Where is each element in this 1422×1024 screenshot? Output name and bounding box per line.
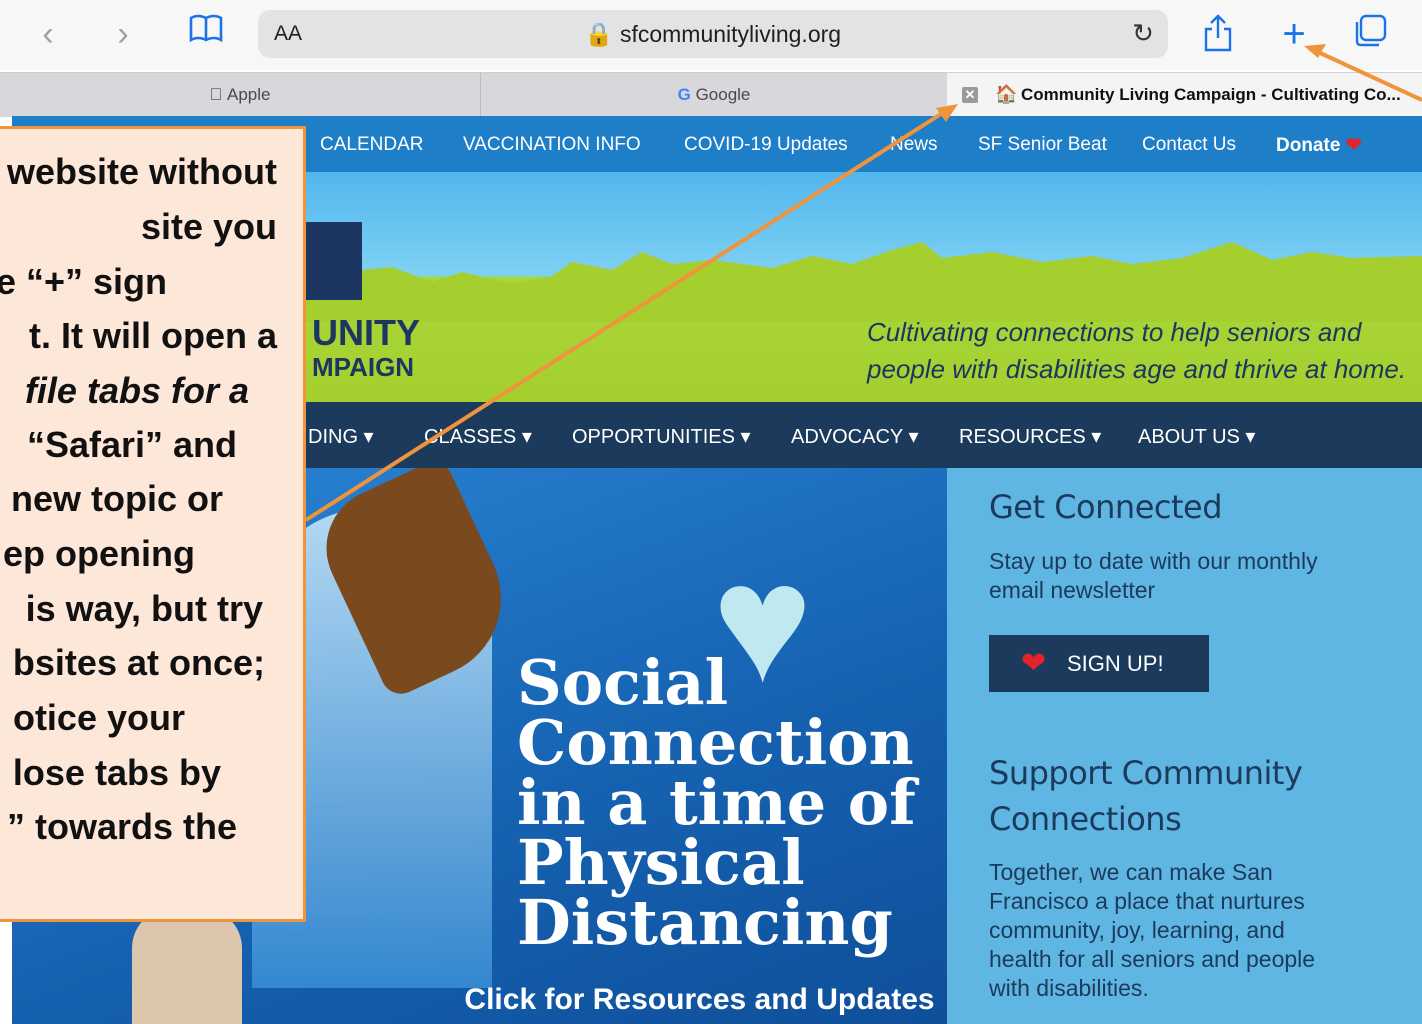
banner-title-line: in a time of <box>517 766 916 839</box>
nav-covid-updates[interactable]: COVID-19 Updates <box>684 134 848 156</box>
callout-line: t. It will open a <box>28 315 277 356</box>
apple-icon:  <box>210 85 223 104</box>
heading-line: Connections <box>989 800 1182 838</box>
site-sidebar: Get Connected Stay up to date with our m… <box>947 468 1422 1024</box>
callout-line: ep opening <box>3 533 195 574</box>
donate-label: Donate <box>1276 135 1341 156</box>
callout-line: e “+” sign <box>0 261 167 302</box>
close-tab-icon[interactable]: ✕ <box>962 87 978 103</box>
heading-line: Support Community <box>989 754 1303 792</box>
callout-line: site you <box>140 206 277 247</box>
text-line: Francisco a place that nurtures <box>989 888 1305 914</box>
nav-building[interactable]: DING ▾ <box>308 424 374 449</box>
forward-chevron-icon[interactable]: › <box>103 14 143 54</box>
banner-title: Social Connection in a time of Physical … <box>517 646 916 959</box>
nav-advocacy[interactable]: ADVOCACY ▾ <box>791 424 919 449</box>
nav-sf-senior-beat[interactable]: SF Senior Beat <box>978 134 1107 156</box>
instruction-callout: website without site you e “+” sign t. I… <box>0 126 306 922</box>
site-favicon-icon: 🏠 <box>995 84 1018 104</box>
get-connected-heading: Get Connected <box>989 488 1223 526</box>
callout-line: file tabs for a <box>24 370 249 411</box>
google-icon: G <box>677 85 691 104</box>
url-field[interactable]: 🔒 sfcommunityliving.org <box>258 21 1168 48</box>
tagline-line: people with disabilities age and thrive … <box>867 354 1407 384</box>
nav-news[interactable]: News <box>890 134 938 156</box>
nav-classes[interactable]: CLASSES ▾ <box>424 424 532 449</box>
support-heading: Support Community Connections <box>989 750 1303 842</box>
signup-button[interactable]: ❤ SIGN UP! <box>989 635 1209 692</box>
callout-line: is way, but try <box>25 588 263 629</box>
browser-toolbar: ‹ › AA 🔒 sfcommunityliving.org ↻ + <box>0 0 1422 70</box>
share-icon[interactable] <box>1198 14 1238 54</box>
bookmarks-book-icon[interactable] <box>186 14 226 54</box>
heart-icon: ❤ <box>1345 135 1362 156</box>
text-line: with disabilities. <box>989 975 1149 1001</box>
heart-icon: ❤ <box>1021 647 1047 680</box>
url-text: sfcommunityliving.org <box>619 21 842 47</box>
tab-label: Apple <box>218 85 270 104</box>
nav-about-us[interactable]: ABOUT US ▾ <box>1138 424 1255 449</box>
reload-icon[interactable]: ↻ <box>1128 18 1158 48</box>
nav-resources[interactable]: RESOURCES ▾ <box>959 424 1101 449</box>
nav-label: DING <box>308 426 358 448</box>
lock-icon: 🔒 <box>584 21 614 47</box>
tab-bar:  Apple G Google ✕ 🏠 Community Living Ca… <box>0 72 1422 117</box>
signup-label: SIGN UP! <box>1067 651 1164 676</box>
text-line: community, joy, learning, and <box>989 917 1285 943</box>
tagline-line: Cultivating connections to help seniors … <box>867 317 1362 347</box>
support-text: Together, we can make San Francisco a pl… <box>989 858 1315 1003</box>
nav-opportunities[interactable]: OPPORTUNITIES ▾ <box>572 424 751 449</box>
banner-cta-link[interactable]: Click for Resources and Updates <box>12 983 947 1017</box>
site-tagline: Cultivating connections to help seniors … <box>867 314 1406 388</box>
new-tab-plus-icon[interactable]: + <box>1274 14 1314 54</box>
callout-line: ” towards the <box>6 806 237 847</box>
callout-line: otice your <box>12 697 185 738</box>
callout-line: lose tabs by <box>12 752 221 793</box>
nav-label: CLASSES <box>424 426 517 448</box>
nav-donate[interactable]: Donate ❤ <box>1276 134 1362 157</box>
nav-label: RESOURCES <box>959 426 1086 448</box>
callout-line: “Safari” and <box>26 424 237 465</box>
banner-title-line: Physical <box>517 826 805 899</box>
callout-line: new topic or <box>10 478 223 519</box>
tab-google[interactable]: G Google <box>481 73 947 117</box>
text-line: health for all seniors and people <box>989 946 1316 972</box>
tabs-overview-icon[interactable] <box>1350 14 1390 54</box>
logo-house-icon <box>302 222 362 300</box>
text-line: Stay up to date with our monthly <box>989 548 1318 574</box>
nav-calendar[interactable]: CALENDAR <box>320 134 423 156</box>
text-line: email newsletter <box>989 577 1156 603</box>
nav-label: OPPORTUNITIES <box>572 426 735 448</box>
nav-label: ABOUT US <box>1138 426 1240 448</box>
text-line: Together, we can make San <box>989 859 1273 885</box>
nav-vaccination-info[interactable]: VACCINATION INFO <box>463 134 641 156</box>
nav-label: ADVOCACY <box>791 426 903 448</box>
tab-community-living[interactable]: ✕ 🏠 Community Living Campaign - Cultivat… <box>947 73 1422 117</box>
tab-label: Community Living Campaign - Cultivating … <box>1021 85 1401 104</box>
banner-title-line: Connection <box>517 706 914 779</box>
address-bar[interactable]: AA 🔒 sfcommunityliving.org ↻ <box>258 10 1168 58</box>
tab-apple[interactable]:  Apple <box>0 73 481 117</box>
logo-text-line1: UNITY <box>312 312 420 353</box>
banner-title-line: Social <box>517 646 729 719</box>
callout-line: bsites at once; <box>12 642 265 683</box>
back-chevron-icon[interactable]: ‹ <box>28 14 68 54</box>
callout-line: website without <box>7 151 277 192</box>
nav-contact-us[interactable]: Contact Us <box>1142 134 1236 156</box>
tab-label: Google <box>695 85 751 104</box>
banner-title-line: Distancing <box>517 886 893 959</box>
logo-text-line2: MPAIGN <box>312 352 415 382</box>
newsletter-text: Stay up to date with our monthly email n… <box>989 547 1318 605</box>
